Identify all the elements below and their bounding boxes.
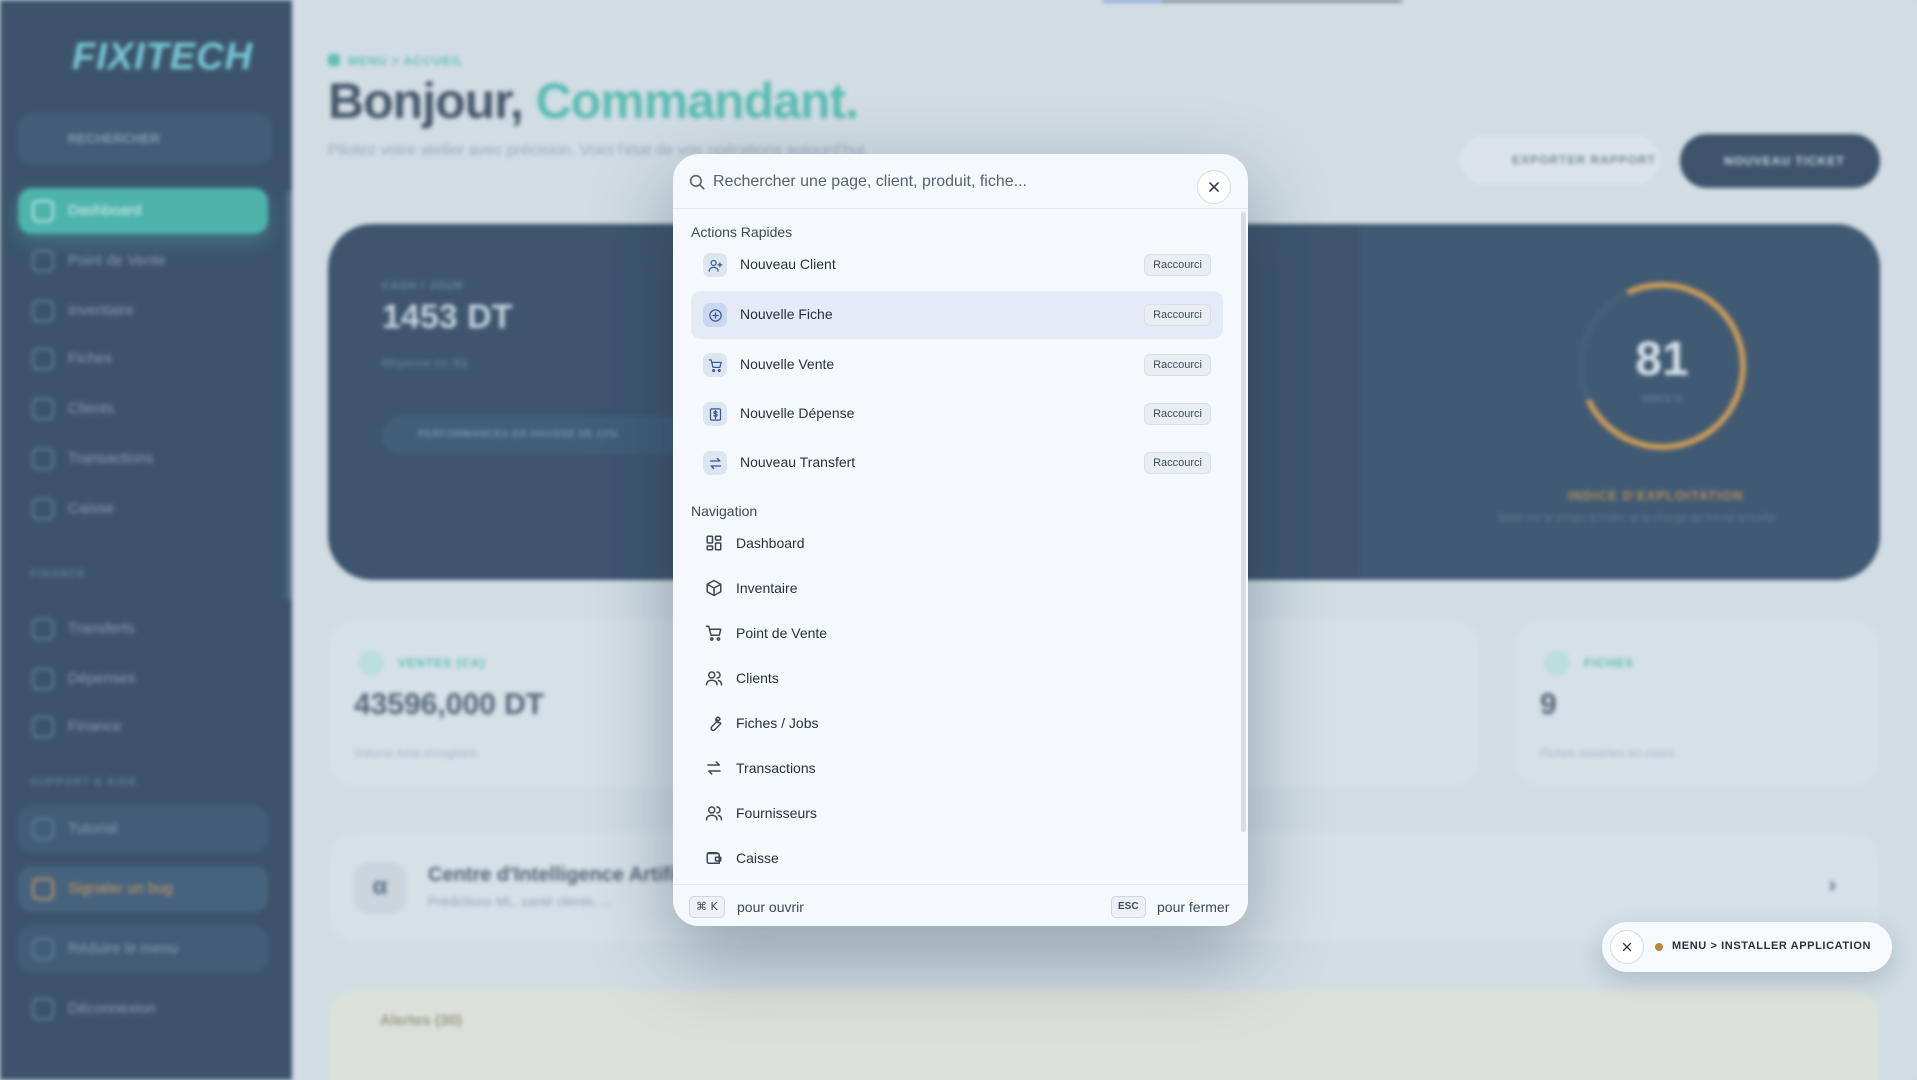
search-icon: [689, 174, 705, 190]
install-hint-label: MENU > INSTALLER APPLICATION: [1672, 940, 1872, 952]
nav-item-label: Transactions: [736, 760, 816, 776]
users-icon: [705, 671, 723, 686]
quick-action-nouvelle-fiche[interactable]: Nouvelle Fiche Raccourci: [691, 291, 1223, 339]
plus-circle-icon: [703, 303, 727, 327]
nav-item-label: Fiches / Jobs: [736, 715, 819, 731]
grid-icon: [706, 535, 722, 551]
palette-search-row: [673, 154, 1248, 209]
palette-search-input[interactable]: [713, 166, 1183, 198]
close-icon: [1622, 942, 1632, 952]
users-icon: [705, 806, 723, 821]
dollar-receipt-icon: [703, 402, 727, 426]
quick-action-nouveau-client[interactable]: Nouveau Client Raccourci: [691, 241, 1223, 289]
navigation-title: Navigation: [691, 503, 758, 519]
quick-action-nouveau-transfert[interactable]: Nouveau Transfert Raccourci: [691, 439, 1223, 487]
nav-item-dashboard[interactable]: Dashboard: [691, 524, 1223, 562]
cart-icon: [705, 625, 722, 641]
toast-close-button[interactable]: [1610, 930, 1644, 964]
arrows-swap-icon: [707, 761, 721, 775]
quick-action-label: Nouveau Client: [740, 256, 836, 272]
nav-item-label: Caisse: [736, 850, 779, 866]
nav-item-point-de-vente[interactable]: Point de Vente: [691, 614, 1223, 652]
quick-actions-title: Actions Rapides: [691, 224, 793, 240]
shortcut-badge: Raccourci: [1144, 254, 1211, 276]
nav-item-label: Inventaire: [736, 580, 798, 596]
close-shortcut-hint: pour fermer: [1157, 899, 1230, 915]
nav-item-clients[interactable]: Clients: [691, 659, 1223, 697]
close-shortcut-key: ESC: [1111, 896, 1146, 918]
nav-item-fournisseurs[interactable]: Fournisseurs: [691, 794, 1223, 832]
palette-footer: ⌘ K pour ouvrir ESC pour fermer: [673, 884, 1248, 926]
cart-icon: [703, 353, 727, 377]
shortcut-badge: Raccourci: [1144, 403, 1211, 425]
close-icon: [1209, 182, 1219, 192]
shortcut-badge: Raccourci: [1144, 452, 1211, 474]
quick-action-label: Nouvelle Vente: [740, 356, 835, 372]
install-app-toast: MENU > INSTALLER APPLICATION: [1602, 922, 1892, 972]
open-shortcut-hint: pour ouvrir: [737, 899, 804, 915]
user-plus-icon: [703, 253, 727, 277]
palette-close-button[interactable]: [1197, 170, 1231, 204]
nav-item-transactions[interactable]: Transactions: [691, 749, 1223, 787]
nav-item-label: Fournisseurs: [736, 805, 817, 821]
arrows-swap-icon: [703, 451, 727, 475]
palette-scrollbar[interactable]: [1241, 212, 1246, 832]
nav-item-caisse[interactable]: Caisse: [691, 839, 1223, 877]
shortcut-badge: Raccourci: [1144, 304, 1211, 326]
quick-action-nouvelle-depense[interactable]: Nouvelle Dépense Raccourci: [691, 390, 1223, 438]
box-icon: [706, 579, 722, 597]
wrench-icon: [710, 716, 722, 732]
nav-item-label: Point de Vente: [736, 625, 828, 641]
wallet-icon: [706, 852, 722, 864]
nav-item-label: Clients: [736, 670, 779, 686]
open-shortcut-key: ⌘ K: [689, 896, 725, 918]
nav-item-label: Dashboard: [736, 535, 805, 551]
nav-item-fiches-jobs[interactable]: Fiches / Jobs: [691, 704, 1223, 742]
quick-action-label: Nouveau Transfert: [740, 454, 856, 470]
command-palette: Actions Rapides Nouveau Client Raccourci…: [673, 154, 1248, 926]
shortcut-badge: Raccourci: [1144, 354, 1211, 376]
status-dot: [1655, 943, 1663, 951]
quick-action-label: Nouvelle Fiche: [740, 306, 833, 322]
nav-item-inventaire[interactable]: Inventaire: [691, 569, 1223, 607]
quick-action-label: Nouvelle Dépense: [740, 405, 855, 421]
quick-action-nouvelle-vente[interactable]: Nouvelle Vente Raccourci: [691, 341, 1223, 389]
